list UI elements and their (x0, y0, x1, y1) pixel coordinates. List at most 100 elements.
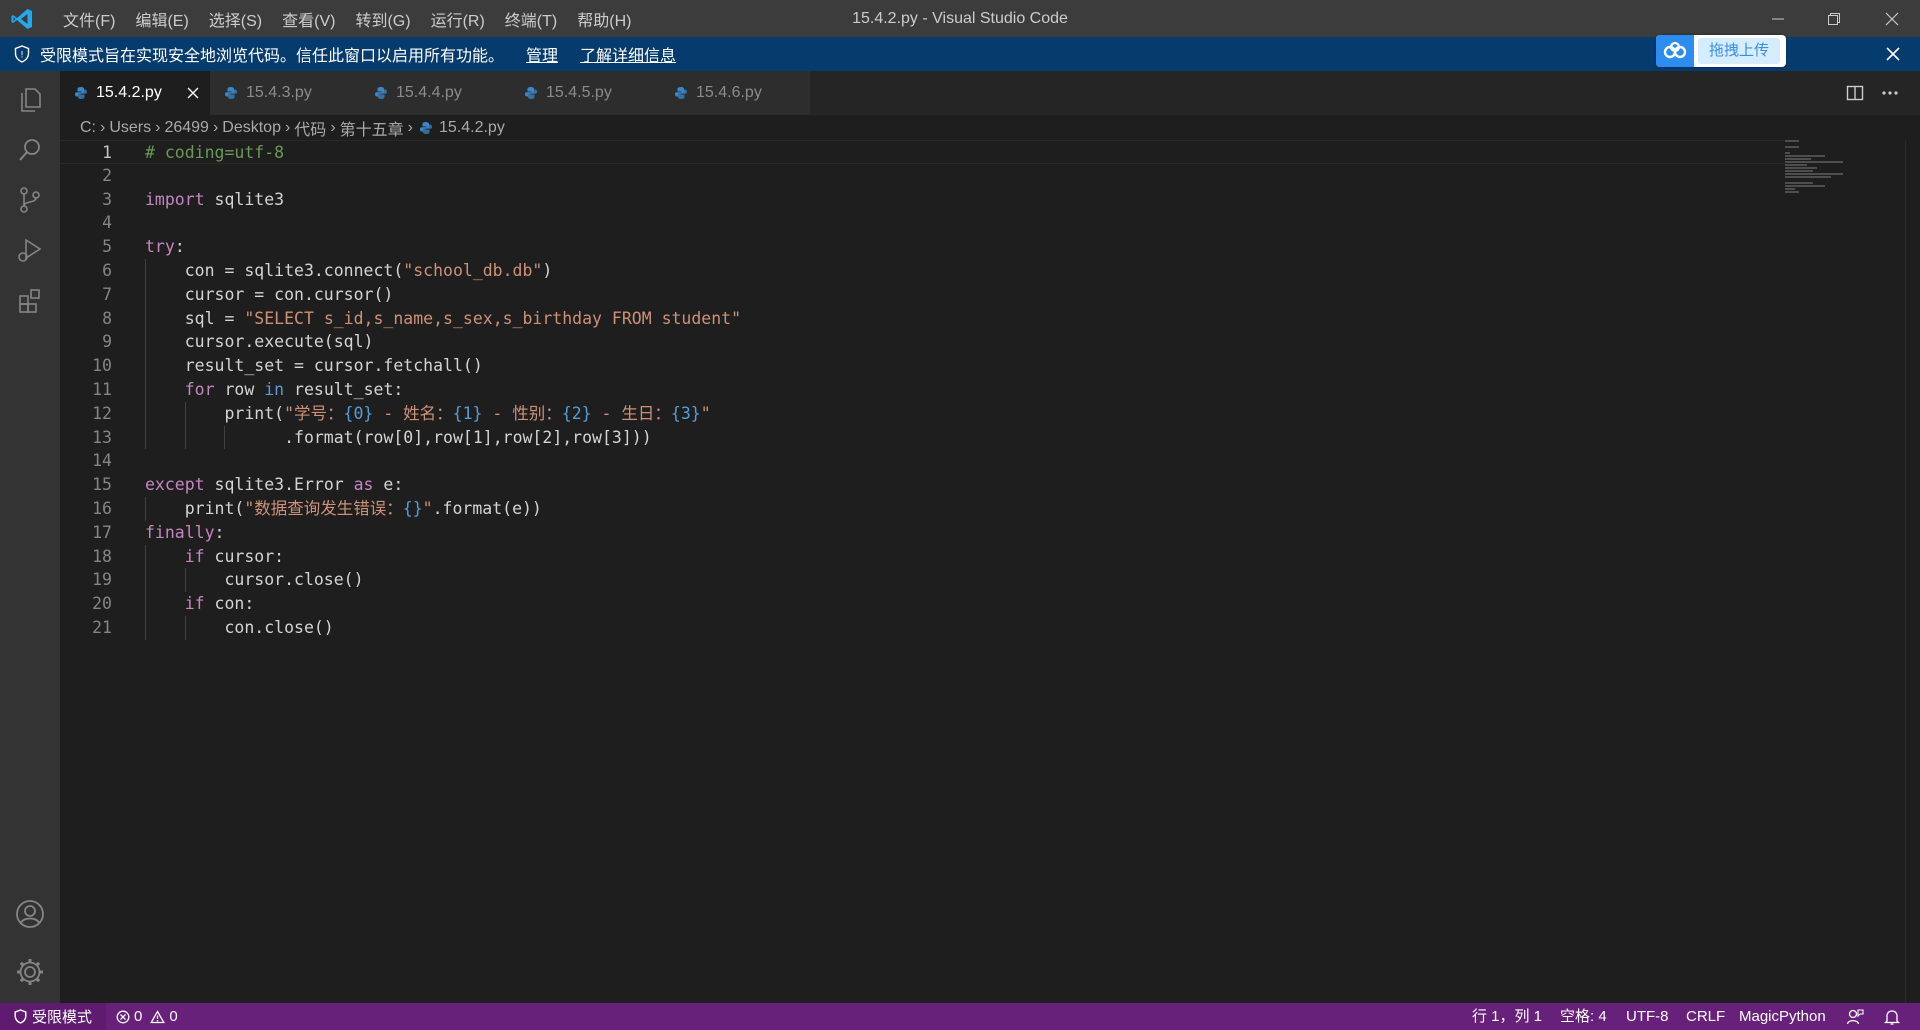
source-control-icon (20, 187, 40, 213)
restore-button[interactable] (1806, 0, 1862, 37)
learn-more-link[interactable]: 了解详细信息 (580, 42, 676, 66)
code-line[interactable]: 16 print("数据查询发生错误：{}".format(e)) (60, 496, 1785, 521)
code-line[interactable]: 8 sql = "SELECT s_id,s_name,s_sex,s_birt… (60, 306, 1785, 331)
restore-icon (1828, 12, 1840, 25)
end-of-line[interactable]: CRLF (1686, 1003, 1725, 1030)
code-token: con = sqlite3.connect( (145, 260, 404, 280)
svg-text:!: ! (20, 51, 24, 61)
search-button[interactable] (0, 125, 60, 175)
code-line[interactable]: 9 cursor.execute(sql) (60, 330, 1785, 355)
code-line[interactable]: 14 (60, 449, 1785, 473)
accounts-button[interactable] (0, 889, 60, 939)
extensions-button[interactable] (0, 275, 60, 325)
code-token: - 性别： (482, 403, 562, 423)
close-tab-button[interactable] (184, 84, 202, 102)
code-token: "数据查询发生错误： (244, 498, 403, 518)
code-line[interactable]: 7 cursor = con.cursor() (60, 282, 1785, 307)
menu-go[interactable]: 转到(G) (345, 7, 420, 31)
code-line[interactable]: 12 print("学号：{0} - 姓名：{1} - 性别：{2} - 生日：… (60, 401, 1785, 426)
python-file-icon (225, 87, 237, 99)
warning-icon (150, 1009, 166, 1023)
upload-widget[interactable]: 拖拽上传 (1656, 35, 1786, 67)
language-mode[interactable]: MagicPython (1739, 1003, 1826, 1030)
breadcrumb-item[interactable]: 15.4.2.py (439, 119, 505, 137)
shield-icon (14, 1009, 27, 1024)
cursor-position[interactable]: 行 1，列 1 (1472, 1003, 1542, 1030)
code-text: try: (145, 235, 185, 259)
code-text: print("学号：{0} - 姓名：{1} - 性别：{2} - 生日：{3}… (145, 402, 710, 426)
python-file-icon (75, 87, 87, 99)
breadcrumb: C: › Users › 26499 › Desktop › 代码 › 第十五章… (80, 115, 505, 141)
tab-15-4-4[interactable]: 15.4.4.py (360, 71, 511, 115)
code-line[interactable]: 17 finally: (60, 521, 1785, 545)
breadcrumb-item[interactable]: 第十五章 (340, 116, 404, 140)
code-line[interactable]: 6 con = sqlite3.connect("school_db.db") (60, 258, 1785, 283)
line-number: 17 (92, 522, 112, 542)
explorer-button[interactable] (0, 75, 60, 125)
tab-label: 15.4.5.py (546, 84, 612, 101)
tab-15-4-6[interactable]: 15.4.6.py (660, 71, 811, 115)
menu-help[interactable]: 帮助(H) (567, 7, 641, 31)
tab-15-4-2[interactable]: 15.4.2.py (60, 71, 210, 115)
code-line[interactable]: 10 result_set = cursor.fetchall() (60, 354, 1785, 378)
code-line[interactable]: 15 except sqlite3.Error as e: (60, 473, 1785, 497)
code-line[interactable]: 2 (60, 164, 1785, 188)
code-token: sql = (145, 308, 245, 328)
code-line[interactable]: 20 if con: (60, 592, 1785, 616)
notifications-button[interactable] (1884, 1003, 1900, 1030)
menu-run[interactable]: 运行(R) (421, 7, 495, 31)
manage-link[interactable]: 管理 (526, 42, 558, 66)
more-actions-button[interactable] (1880, 71, 1900, 115)
menu-view[interactable]: 查看(V) (272, 7, 345, 31)
tab-label: 15.4.2.py (96, 84, 162, 101)
title-bar: 文件(F) 编辑(E) 选择(S) 查看(V) 转到(G) 运行(R) 终端(T… (0, 0, 1920, 37)
breadcrumb-item[interactable]: 26499 (164, 119, 209, 137)
breadcrumb-item[interactable]: Desktop (222, 119, 281, 137)
code-text: result_set = cursor.fetchall() (145, 354, 483, 378)
code-text: cursor.close() (145, 568, 363, 592)
code-line[interactable]: 13 .format(row[0],row[1],row[2],row[3])) (60, 425, 1785, 450)
close-window-button[interactable] (1864, 0, 1920, 37)
tab-label: 15.4.6.py (696, 84, 762, 101)
tab-15-4-3[interactable]: 15.4.3.py (210, 71, 361, 115)
run-debug-button[interactable] (0, 225, 60, 275)
code-line[interactable]: 4 (60, 211, 1785, 235)
minimap[interactable] (1785, 140, 1905, 200)
feedback-button[interactable] (1846, 1003, 1864, 1030)
code-line[interactable]: 19 cursor.close() (60, 568, 1785, 593)
gear-icon (17, 959, 43, 985)
minimize-button[interactable] (1750, 0, 1806, 37)
manage-button[interactable] (0, 947, 60, 997)
code-line[interactable]: 3 import sqlite3 (60, 188, 1785, 212)
code-line[interactable]: 5 try: (60, 235, 1785, 259)
code-editor[interactable]: 1 # coding=utf-8 2 3 import sqlite3 4 5 try: 6 c… (60, 140, 1785, 640)
breadcrumb-item[interactable]: Users (109, 119, 151, 137)
source-control-button[interactable] (0, 175, 60, 225)
code-token: as (353, 475, 374, 495)
indentation[interactable]: 空格: 4 (1560, 1003, 1607, 1030)
code-token: e: (373, 475, 404, 495)
code-token: if (184, 594, 205, 614)
code-token: ],row[ (413, 427, 473, 447)
breadcrumb-item[interactable]: 代码 (294, 116, 326, 140)
drag-upload-button[interactable]: 拖拽上传 (1698, 38, 1780, 64)
tab-15-4-5[interactable]: 15.4.5.py (510, 71, 661, 115)
menu-terminal[interactable]: 终端(T) (495, 7, 567, 31)
code-line[interactable]: 1 # coding=utf-8 (60, 140, 1785, 164)
code-line[interactable]: 21 con.close() (60, 615, 1785, 640)
menu-file[interactable]: 文件(F) (53, 7, 125, 31)
vertical-scrollbar[interactable] (1905, 140, 1920, 1003)
code-token: result_set = cursor.fetchall() (145, 356, 483, 376)
close-banner-button[interactable] (1882, 43, 1904, 65)
problems-indicator[interactable]: 0 0 (116, 1003, 178, 1030)
code-line[interactable]: 11 for row in result_set: (60, 377, 1785, 402)
code-line[interactable]: 18 if cursor: (60, 544, 1785, 569)
menu-edit[interactable]: 编辑(E) (125, 7, 198, 31)
python-file-icon (525, 87, 537, 99)
split-editor-button[interactable] (1846, 71, 1864, 115)
code-text: print("数据查询发生错误：{}".format(e)) (145, 497, 542, 521)
menu-selection[interactable]: 选择(S) (199, 7, 272, 31)
restricted-mode-indicator[interactable]: 受限模式 (0, 1003, 106, 1030)
encoding[interactable]: UTF-8 (1626, 1003, 1669, 1030)
breadcrumb-item[interactable]: C: (80, 119, 96, 137)
